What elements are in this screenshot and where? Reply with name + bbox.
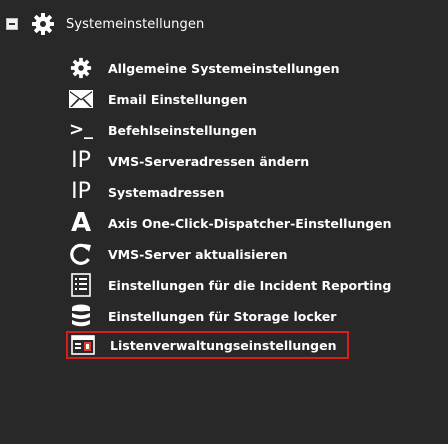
- tree-item-email-einstellungen[interactable]: Email Einstellungen: [66, 84, 247, 114]
- settings-tree: Systemeinstellungen Allgemeine Systemein…: [0, 0, 448, 444]
- tree-item-label: VMS-Serveradressen ändern: [108, 153, 310, 169]
- database-icon: [66, 302, 96, 330]
- document-list-icon: [66, 271, 96, 299]
- collapse-toggle-icon[interactable]: [6, 18, 18, 30]
- tree-item-listenverwaltungseinstellungen[interactable]: Listenverwaltungseinstellungen: [66, 331, 349, 359]
- tree-item-label: Listenverwaltungseinstellungen: [110, 337, 337, 353]
- tree-item-befehlseinstellungen[interactable]: >_ Befehlseinstellungen: [66, 115, 257, 145]
- tree-item-label: Einstellungen für Storage locker: [108, 308, 337, 324]
- tree-item-label: Axis One-Click-Dispatcher-Einstellungen: [108, 215, 392, 231]
- envelope-icon: [66, 85, 96, 113]
- tree-root-systemeinstellungen[interactable]: Systemeinstellungen: [6, 9, 204, 39]
- tree-item-allgemeine-systemeinstellungen[interactable]: Allgemeine Systemeinstellungen: [66, 53, 340, 83]
- tree-item-vms-server-aktualisieren[interactable]: VMS-Server aktualisieren: [66, 239, 287, 269]
- tree-item-systemadressen[interactable]: IP Systemadressen: [66, 177, 224, 207]
- tree-item-label: Systemadressen: [108, 184, 225, 200]
- command-prompt-icon: >_: [68, 119, 94, 140]
- tree-item-label: Befehlseinstellungen: [108, 122, 257, 138]
- tree-item-label: Email Einstellungen: [108, 91, 248, 107]
- tree-item-label: Allgemeine Systemeinstellungen: [108, 60, 340, 76]
- ip-icon: IP: [71, 179, 91, 204]
- tree-item-storage-locker[interactable]: Einstellungen für Storage locker: [66, 301, 336, 331]
- tree-item-axis-one-click-dispatcher[interactable]: A Axis One-Click-Dispatcher-Einstellunge…: [66, 208, 392, 238]
- tree-item-vms-serveradressen-aendern[interactable]: IP VMS-Serveradressen ändern: [66, 146, 309, 176]
- tree-item-label: Einstellungen für die Incident Reporting: [108, 277, 392, 293]
- axis-a-icon: A: [70, 208, 92, 238]
- tree-item-label: VMS-Server aktualisieren: [108, 246, 288, 262]
- tree-item-incident-reporting[interactable]: Einstellungen für die Incident Reporting: [66, 270, 391, 300]
- gear-icon: [30, 11, 56, 37]
- gear-icon: [66, 54, 96, 82]
- ip-icon: IP: [71, 148, 91, 173]
- list-management-icon: [68, 331, 98, 359]
- tree-root-label: Systemeinstellungen: [66, 16, 205, 32]
- refresh-icon: [66, 240, 96, 268]
